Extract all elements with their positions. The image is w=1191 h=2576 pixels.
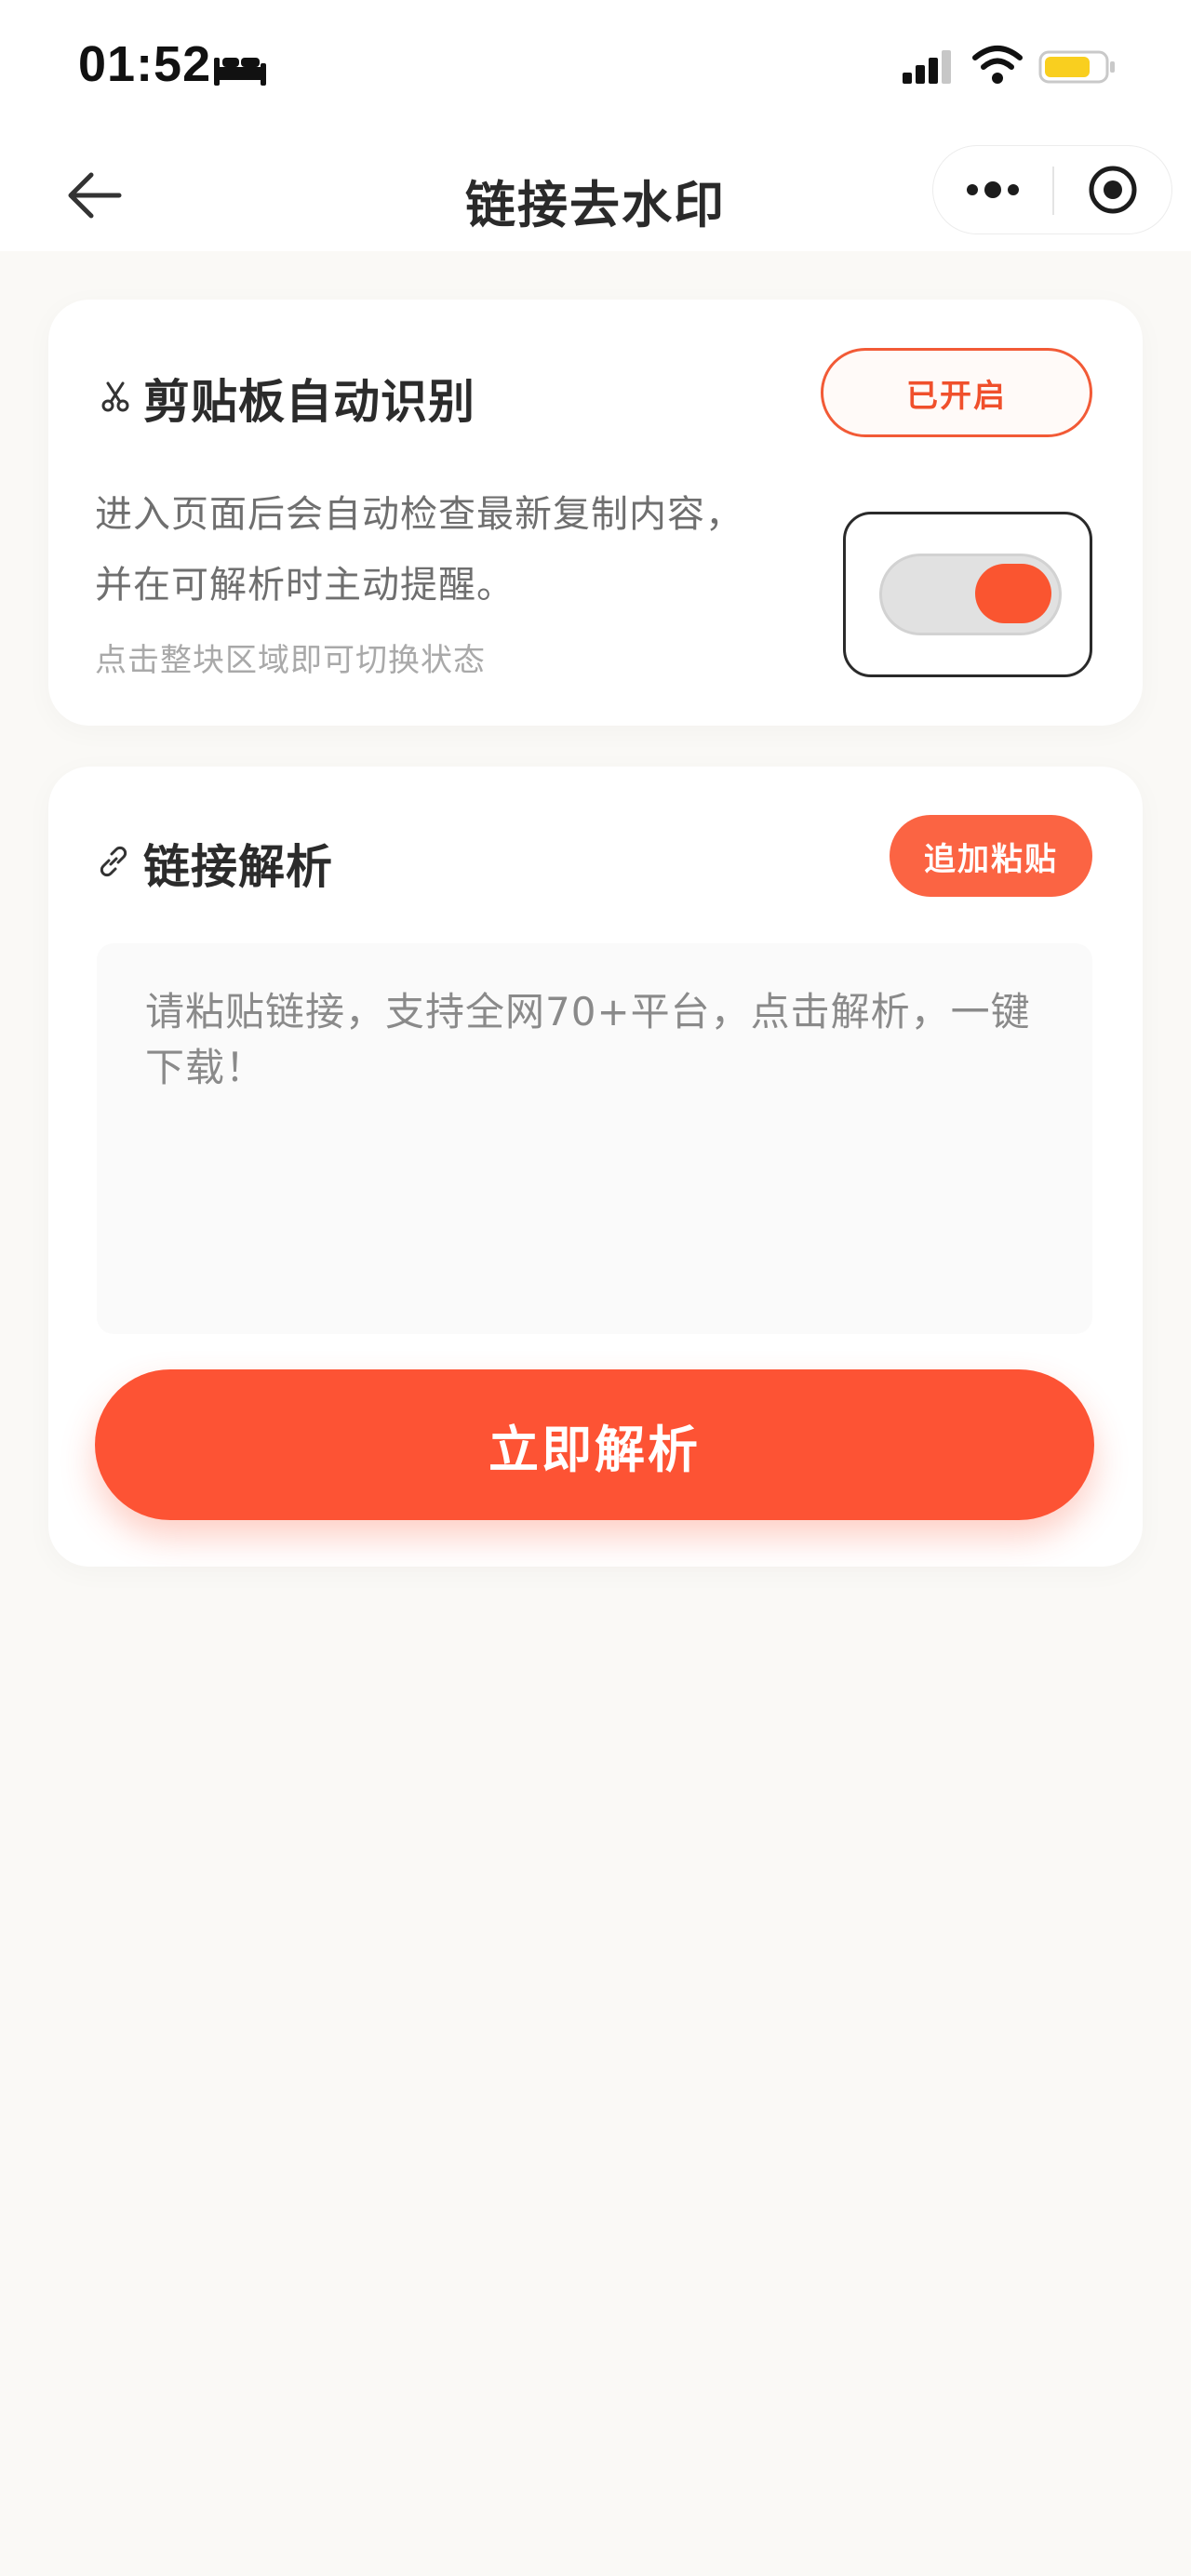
status-badge: 已开启: [821, 348, 1092, 437]
link-input-placeholder: 请粘贴链接，支持全网70+平台，点击解析，一键下载！: [145, 989, 1031, 1090]
signal-icon: [903, 50, 951, 84]
nav-bar: 链接去水印: [0, 130, 1191, 251]
link-input[interactable]: 请粘贴链接，支持全网70+平台，点击解析，一键下载！: [97, 943, 1092, 1334]
status-time: 01:52: [78, 36, 212, 92]
target-close-icon: [1089, 166, 1137, 214]
clipboard-card-title: 剪贴板自动识别: [143, 375, 475, 429]
link-parse-card: 链接解析 追加粘贴 请粘贴链接，支持全网70+平台，点击解析，一键下载！ 立即解…: [48, 767, 1143, 1567]
more-dots-icon: [967, 181, 1019, 198]
toggle-knob: [975, 564, 1051, 623]
scissors-icon: [101, 381, 129, 412]
wifi-icon: [972, 46, 1023, 84]
status-bar: 01:52: [0, 0, 1191, 130]
clipboard-detect-card[interactable]: 剪贴板自动识别 已开启 进入页面后会自动检查最新复制内容， 并在可解析时主动提醒…: [48, 300, 1143, 726]
bed-icon: [214, 58, 266, 86]
parse-now-button[interactable]: 立即解析: [95, 1369, 1094, 1520]
clipboard-description-line2: 并在可解析时主动提醒。: [95, 564, 515, 607]
clipboard-description-line1: 进入页面后会自动检查最新复制内容，: [95, 493, 743, 536]
parse-card-title: 链接解析: [143, 840, 333, 894]
clipboard-hint: 点击整块区域即可切换状态: [95, 642, 486, 679]
battery-icon: [1038, 50, 1115, 84]
clipboard-toggle[interactable]: [879, 554, 1062, 635]
clipboard-toggle-frame: [843, 512, 1092, 677]
append-paste-button[interactable]: 追加粘贴: [890, 815, 1092, 897]
close-miniprogram-button[interactable]: [1054, 146, 1171, 234]
link-icon: [100, 846, 127, 877]
miniprogram-capsule: [932, 145, 1172, 234]
more-button[interactable]: [933, 146, 1052, 234]
